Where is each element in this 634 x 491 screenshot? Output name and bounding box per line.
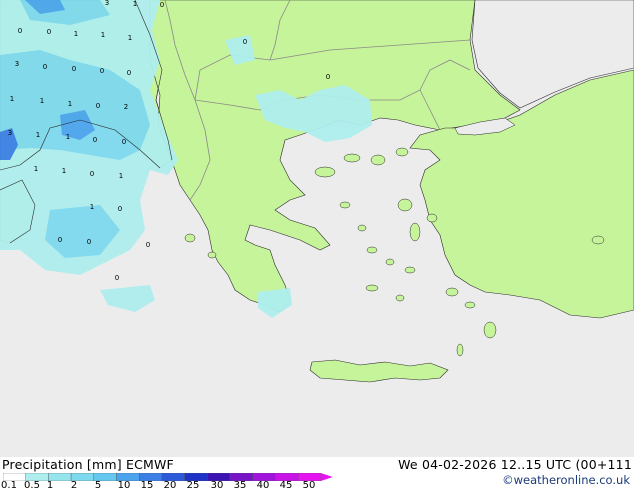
precip-value-label: 0	[122, 138, 126, 146]
color-scale-tick-label: 1	[46, 480, 54, 491]
precip-value-label: 2	[124, 103, 128, 111]
precip-value-label: 1	[101, 31, 105, 39]
precip-value-label: 1	[40, 97, 44, 105]
precip-value-label: 0	[100, 67, 104, 75]
precip-value-label: 3	[8, 129, 12, 137]
precip-value-label: 0	[160, 1, 164, 9]
precip-value-label: 0	[18, 27, 22, 35]
color-scale-tick-label: 20	[163, 480, 177, 491]
precip-value-label: 1	[133, 0, 137, 8]
precip-value-label: 0	[87, 238, 91, 246]
precip-value-label: 1	[62, 167, 66, 175]
precip-value-label: 1	[90, 203, 94, 211]
precip-value-label: 0	[115, 274, 119, 282]
precip-value-label: 0	[118, 205, 122, 213]
precip-value-label: 1	[74, 30, 78, 38]
color-scale-tick-label: 40	[256, 480, 270, 491]
precipitation-map: 3 1 0 0 0 1 1 1 0 3 0 0 0 0 0 1 1 1 0 2 3 1 1 0 0 1 1 0 1 1 0 0 0 0 0	[0, 0, 634, 457]
color-scale-tick-label: 30	[210, 480, 224, 491]
precip-value-label: 0	[326, 73, 330, 81]
color-scale-tick-label: 15	[140, 480, 154, 491]
color-scale-tick-label: 0.5	[24, 480, 40, 491]
precip-value-label: 1	[10, 95, 14, 103]
color-scale-tick-label: 25	[186, 480, 200, 491]
precip-value-label: 1	[34, 165, 38, 173]
precip-value-label: 1	[128, 34, 132, 42]
precip-value-label: 0	[90, 170, 94, 178]
precip-value-label: 0	[146, 241, 150, 249]
color-scale-tick-label: 35	[233, 480, 247, 491]
color-scale-arrow	[320, 473, 333, 481]
precip-value-label: 0	[96, 102, 100, 110]
color-scale-tick-label: 10	[117, 480, 131, 491]
valid-time: We 04-02-2026 12..15 UTC (00+111	[398, 457, 632, 472]
precip-value-label: 3	[105, 0, 109, 7]
precip-value-label: 1	[68, 100, 72, 108]
credit-link[interactable]: ©weatheronline.co.uk	[502, 473, 630, 487]
precip-value-label: 0	[243, 38, 247, 46]
color-scale-tick-label: 50	[302, 480, 316, 491]
color-scale-tick-label: 2	[70, 480, 78, 491]
precip-value-label: 0	[43, 63, 47, 71]
color-scale-tick-label: 5	[94, 480, 102, 491]
precip-value-label: 0	[58, 236, 62, 244]
precip-value-label: 0	[93, 136, 97, 144]
land-crete	[309, 359, 449, 383]
precip-value-label: 3	[15, 60, 19, 68]
color-scale-tick-label: 0.1	[1, 480, 17, 491]
precip-value-label: 0	[72, 65, 76, 73]
precip-value-label: 0	[47, 28, 51, 36]
color-scale-tick-label: 45	[279, 480, 293, 491]
precip-value-label: 1	[66, 133, 70, 141]
precip-value-label: 1	[36, 131, 40, 139]
legend-footer: Precipitation [mm] ECMWF We 04-02-2026 1…	[0, 457, 634, 491]
precip-value-label: 1	[119, 172, 123, 180]
precip-value-label: 0	[127, 69, 131, 77]
legend-title: Precipitation [mm] ECMWF	[2, 457, 174, 472]
